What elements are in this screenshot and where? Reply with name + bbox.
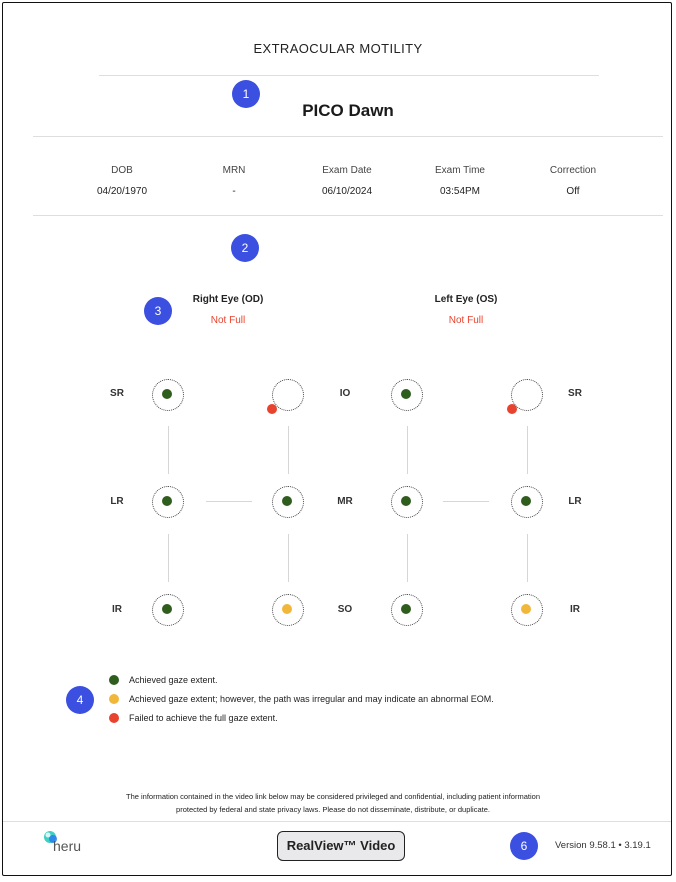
gaze-target-os-so — [391, 594, 423, 626]
info-mrn: MRN - — [179, 165, 289, 197]
gaze-connector — [443, 501, 489, 502]
gaze-connector — [168, 534, 169, 582]
gaze-result-dot — [162, 496, 172, 506]
fail-marker-od-io — [267, 404, 277, 414]
report-page: EXTRAOCULAR MOTILITY 1 PICO Dawn DOB 04/… — [2, 2, 672, 876]
legend-text: Achieved gaze extent; however, the path … — [129, 694, 494, 704]
legend-dot — [109, 694, 119, 704]
gaze-connector — [407, 426, 408, 474]
patient-name: PICO Dawn — [302, 101, 394, 120]
gaze-connector — [206, 501, 252, 502]
info-exam-date: Exam Date 06/10/2024 — [292, 165, 402, 197]
info-value: 06/10/2024 — [321, 186, 373, 197]
legend-item-achieved: Achieved gaze extent. — [109, 673, 218, 687]
muscle-label-sr: SR — [110, 388, 124, 399]
left-eye-header: Left Eye (OS) Not Full — [386, 294, 546, 326]
realview-video-button[interactable]: RealView™ Video — [277, 831, 405, 861]
gaze-target-od-ir — [152, 594, 184, 626]
divider — [33, 136, 663, 137]
info-exam-time: Exam Time 03:54PM — [405, 165, 515, 197]
version-text: Version 9.58.1 • 3.19.1 — [555, 840, 651, 851]
gaze-result-dot — [162, 604, 172, 614]
annotation-badge-6: 6 — [510, 832, 538, 860]
info-value: Off — [566, 186, 580, 197]
gaze-connector — [527, 534, 528, 582]
muscle-label-mr: MR — [337, 496, 353, 507]
annotation-badge-2: 2 — [231, 234, 259, 262]
muscle-label-ir: IR — [570, 604, 580, 615]
info-value: 04/20/1970 — [96, 186, 148, 197]
info-label: DOB — [111, 165, 133, 176]
gaze-result-dot — [282, 604, 292, 614]
gaze-connector — [288, 426, 289, 474]
muscle-label-sr: SR — [568, 388, 582, 399]
gaze-target-od-so — [272, 594, 304, 626]
info-value: 03:54PM — [439, 186, 481, 197]
legend-dot — [109, 713, 119, 723]
gaze-result-dot — [521, 604, 531, 614]
divider — [99, 75, 599, 76]
gaze-target-od-mr — [272, 486, 304, 518]
divider — [3, 821, 671, 822]
gaze-target-os-lr — [511, 486, 543, 518]
gaze-result-dot — [521, 496, 531, 506]
legend-text: Achieved gaze extent. — [129, 675, 218, 685]
right-eye-status: Not Full — [210, 315, 246, 326]
gaze-result-dot — [401, 496, 411, 506]
gaze-connector — [407, 534, 408, 582]
info-label: Correction — [549, 165, 597, 176]
info-value: - — [232, 186, 236, 197]
right-eye-title: Right Eye (OD) — [192, 294, 264, 305]
disclaimer-line: protected by federal and state privacy l… — [176, 805, 490, 814]
gaze-target-os-ir — [511, 594, 543, 626]
gaze-connector — [527, 426, 528, 474]
info-correction: Correction Off — [518, 165, 628, 197]
annotation-badge-4: 4 — [66, 686, 94, 714]
right-eye-header: Right Eye (OD) Not Full — [148, 294, 308, 326]
gaze-result-dot — [401, 604, 411, 614]
gaze-result-dot — [401, 389, 411, 399]
fail-marker-os-sr — [507, 404, 517, 414]
left-eye-status: Not Full — [448, 315, 484, 326]
heru-logo-text: heru — [53, 838, 82, 854]
muscle-label-lr: LR — [110, 496, 124, 507]
gaze-target-od-io — [272, 379, 304, 411]
gaze-connector — [288, 534, 289, 582]
gaze-connector — [168, 426, 169, 474]
gaze-result-dot — [282, 496, 292, 506]
info-label: Exam Date — [322, 165, 372, 176]
muscle-label-lr: LR — [568, 496, 582, 507]
muscle-label-ir: IR — [112, 604, 122, 615]
legend-item-failed: Failed to achieve the full gaze extent. — [109, 711, 278, 725]
report-title: EXTRAOCULAR MOTILITY — [253, 41, 423, 56]
legend-dot — [109, 675, 119, 685]
gaze-target-od-sr — [152, 379, 184, 411]
gaze-target-od-lr — [152, 486, 184, 518]
left-eye-title: Left Eye (OS) — [434, 294, 498, 305]
muscle-label-so: SO — [337, 604, 353, 615]
legend-item-irregular: Achieved gaze extent; however, the path … — [109, 692, 494, 706]
divider — [33, 215, 663, 216]
disclaimer-line: The information contained in the video l… — [125, 792, 540, 801]
gaze-target-os-io — [391, 379, 423, 411]
legend-text: Failed to achieve the full gaze extent. — [129, 713, 278, 723]
info-dob: DOB 04/20/1970 — [67, 165, 177, 197]
gaze-target-os-mr — [391, 486, 423, 518]
info-label: Exam Time — [434, 165, 485, 176]
info-label: MRN — [222, 165, 246, 176]
privacy-disclaimer: The information contained in the video l… — [63, 790, 603, 816]
gaze-result-dot — [162, 389, 172, 399]
muscle-label-io: IO — [339, 388, 351, 399]
